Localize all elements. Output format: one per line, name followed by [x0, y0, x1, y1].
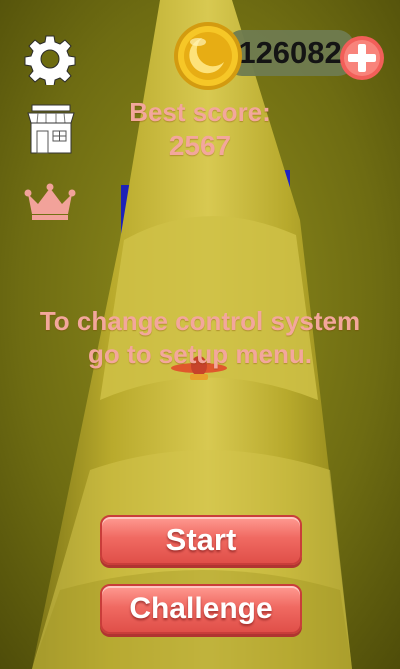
crown-button[interactable] [24, 182, 76, 222]
plus-icon [340, 36, 384, 80]
coin-icon [174, 22, 242, 90]
settings-button[interactable] [24, 33, 76, 87]
coin-count: -126082 [228, 35, 342, 70]
start-button[interactable]: Start [100, 515, 302, 565]
shop-button[interactable] [26, 103, 76, 155]
coin-display [172, 20, 244, 92]
add-coins-button[interactable] [339, 35, 385, 81]
control-hint-line-1: To change control system [39, 306, 361, 336]
shop-icon [27, 104, 75, 154]
best-score-label: Best score: [129, 97, 271, 127]
gear-icon [24, 35, 76, 87]
challenge-button[interactable]: Challenge [100, 584, 302, 634]
crown-icon [24, 183, 76, 220]
control-hint-line-2: go to setup menu. [88, 339, 312, 369]
control-hint-message: To change control system go to setup men… [0, 305, 400, 371]
best-score-value: 2567 [168, 130, 232, 161]
